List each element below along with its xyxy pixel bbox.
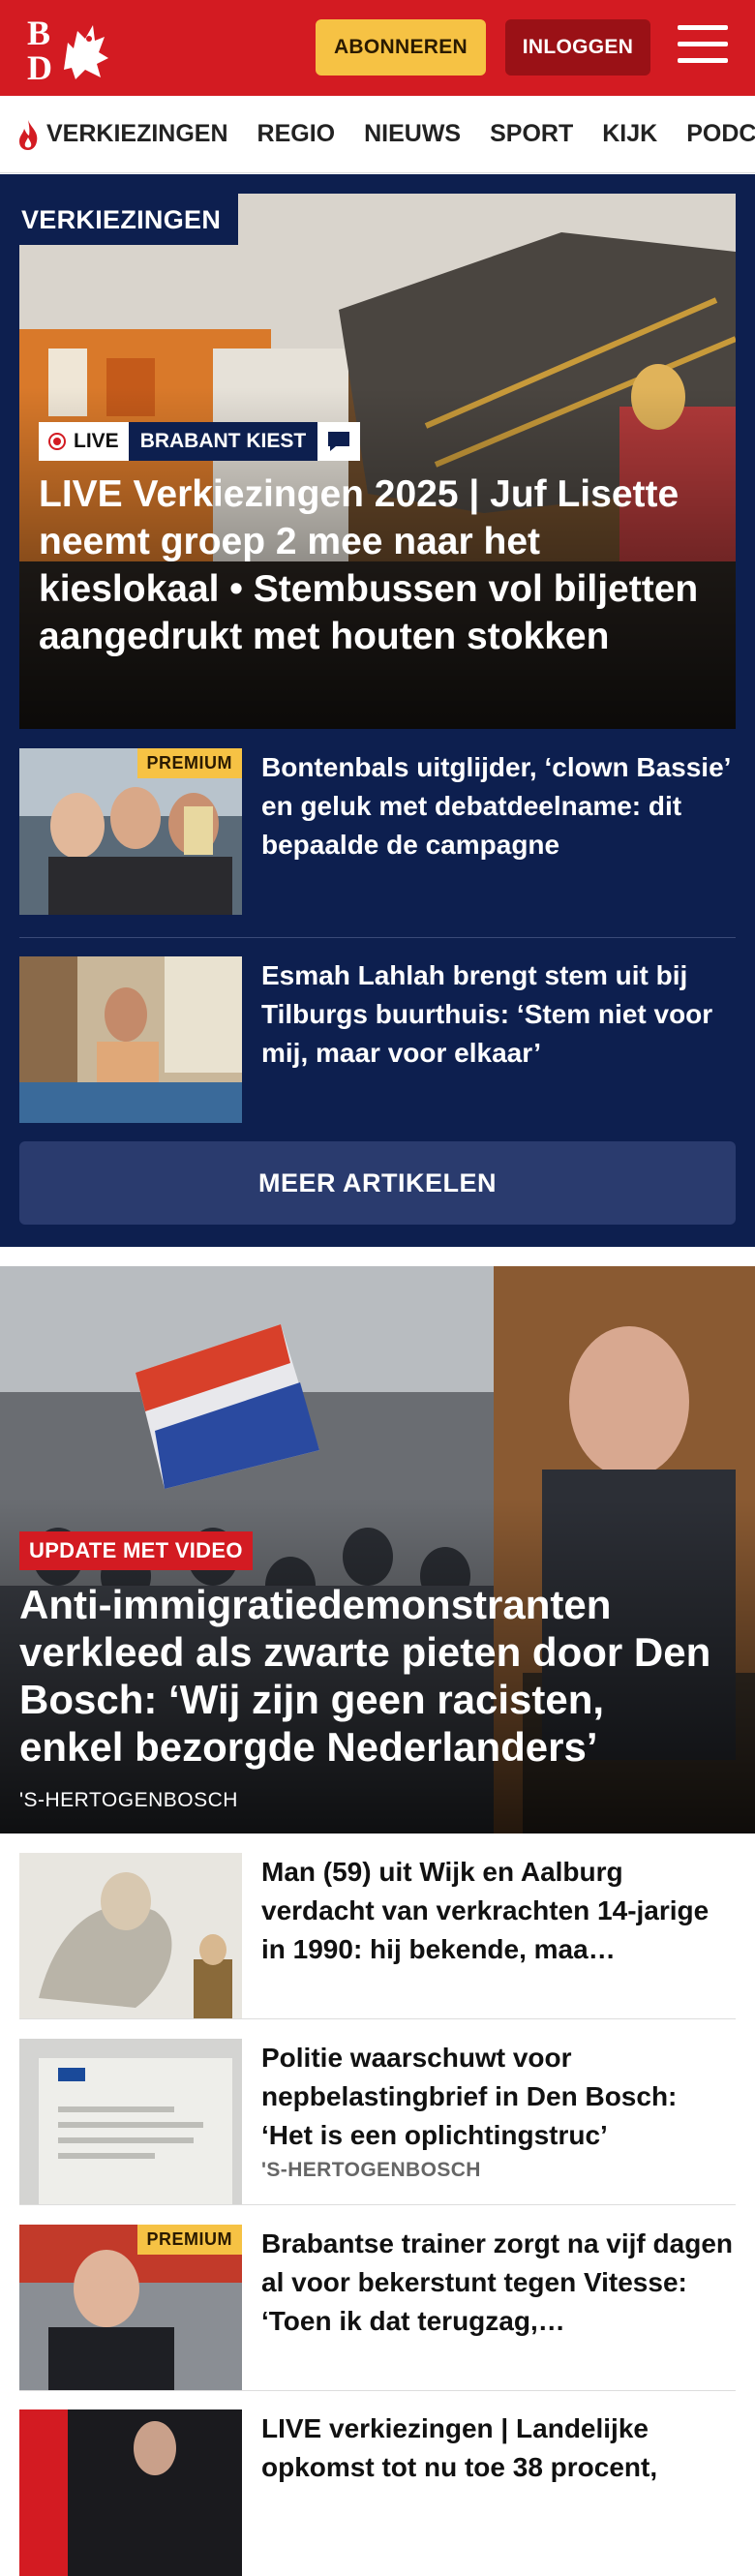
login-button[interactable]: INLOGGEN	[505, 19, 650, 76]
elections-article[interactable]: PREMIUM Bontenbals uitglijder, ‘clown Ba…	[19, 748, 736, 915]
lead-title: Anti-immigratiedemonstranten verkleed al…	[19, 1582, 711, 1770]
hero-badges: LIVE BRABANT KIEST	[39, 422, 361, 461]
top-bar: B D ABONNEREN INLOGGEN	[0, 0, 755, 96]
nav-item-nieuws[interactable]: NIEUWS	[364, 120, 461, 148]
article-title: Bontenbals uitglijder, ‘clown Bassie’ en…	[261, 752, 730, 860]
premium-badge: PREMIUM	[136, 748, 242, 778]
list-item-title: Brabantse trainer zorgt na vijf dagen al…	[261, 2228, 733, 2336]
bd-logo[interactable]: B D	[25, 14, 112, 87]
article-thumbnail	[19, 1853, 242, 2019]
nav-item-sport[interactable]: SPORT	[490, 120, 573, 148]
live-badge: LIVE	[39, 422, 129, 461]
article-thumbnail	[19, 2409, 242, 2576]
elections-section: VERKIEZINGEN LIVE BRABANT KIEST LIVE Ver…	[0, 174, 755, 1247]
lead-location: 'S-HERTOGENBOSCH	[19, 1789, 238, 1811]
more-articles-button[interactable]: MEER ARTIKELEN	[19, 1141, 736, 1225]
live-label: LIVE	[74, 430, 119, 452]
list-item-location: 'S-HERTOGENBOSCH	[261, 2159, 481, 2181]
list-item[interactable]: Man (59) uit Wijk en Aalburg verdacht va…	[19, 1853, 736, 2019]
svg-text:B: B	[27, 14, 50, 52]
hero-title: LIVE Verkiezingen 2025 | Juf Lisette nee…	[39, 473, 699, 657]
list-item-title: Man (59) uit Wijk en Aalburg verdacht va…	[261, 1857, 710, 1964]
nav-item-regio[interactable]: REGIO	[257, 120, 336, 148]
list-item[interactable]: PREMIUM Brabantse trainer zorgt na vijf …	[19, 2225, 736, 2391]
subscribe-button[interactable]: ABONNEREN	[316, 19, 486, 76]
section-nav: VERKIEZINGEN REGIO NIEUWS SPORT KIJK POD…	[0, 96, 755, 173]
nav-label: VERKIEZINGEN	[46, 120, 228, 147]
update-badge: UPDATE MET VIDEO	[19, 1531, 253, 1570]
nav-item-verkiezingen[interactable]: VERKIEZINGEN	[15, 118, 228, 151]
list-item-title: LIVE verkiezingen | Landelijke opkomst t…	[261, 2413, 658, 2482]
tag-badge: BRABANT KIEST	[128, 422, 318, 461]
flame-icon	[19, 119, 38, 150]
lead-article[interactable]: UPDATE MET VIDEO Anti-immigratiedemonstr…	[0, 1266, 755, 1834]
chat-icon	[317, 422, 361, 461]
list-item[interactable]: Politie waarschuwt voor nepbelastingbrie…	[19, 2039, 736, 2205]
list-item[interactable]: LIVE verkiezingen | Landelijke opkomst t…	[19, 2409, 736, 2576]
article-thumbnail	[19, 956, 242, 1123]
divider	[19, 2018, 736, 2019]
nav-item-podcast[interactable]: PODCAST	[686, 120, 755, 148]
live-dot-icon	[48, 433, 66, 450]
divider	[19, 2204, 736, 2205]
section-label: VERKIEZINGEN	[19, 194, 239, 245]
premium-badge: PREMIUM	[136, 2225, 242, 2255]
hero-article[interactable]: VERKIEZINGEN LIVE BRABANT KIEST LIVE Ver…	[19, 194, 736, 729]
menu-icon[interactable]	[678, 25, 728, 68]
divider	[19, 2390, 736, 2391]
article-thumbnail	[19, 2039, 242, 2205]
svg-text:D: D	[27, 48, 52, 83]
elections-article[interactable]: Esmah Lahlah brengt stem uit bij Tilburg…	[19, 956, 736, 1123]
divider	[19, 937, 736, 938]
list-item-title: Politie waarschuwt voor nepbelastingbrie…	[261, 2043, 678, 2150]
article-title: Esmah Lahlah brengt stem uit bij Tilburg…	[261, 960, 713, 1068]
nav-item-kijk[interactable]: KIJK	[602, 120, 657, 148]
